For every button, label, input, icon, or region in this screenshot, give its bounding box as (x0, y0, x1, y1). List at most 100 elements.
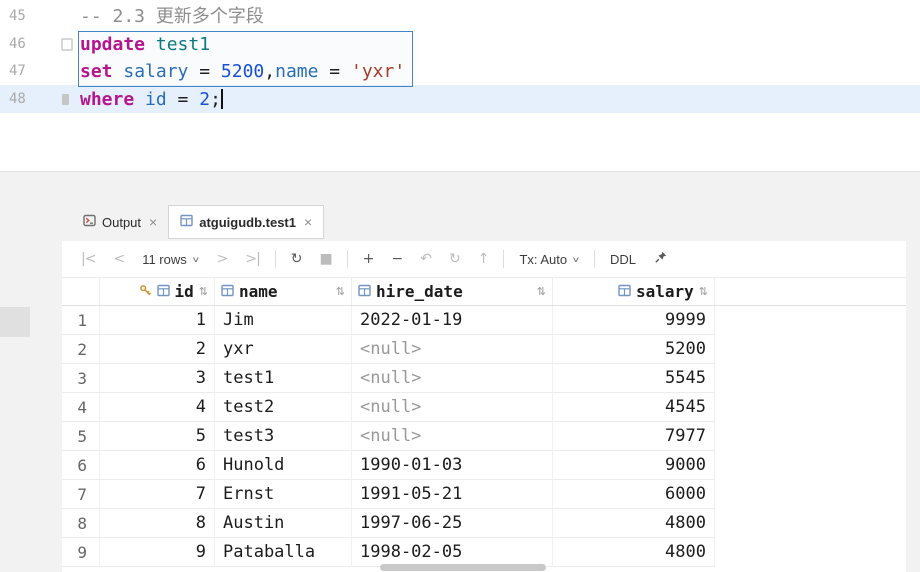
token-plain: , (264, 61, 276, 82)
token-string: 'yxr' (350, 61, 406, 82)
table-row[interactable]: 2 2 yxr <null> 5200 (62, 335, 920, 364)
cell-id[interactable]: 3 (100, 364, 215, 393)
cell-id[interactable]: 6 (100, 451, 215, 480)
tab-output[interactable]: Output × (72, 205, 168, 239)
cell-hire_date[interactable]: 1998-02-05 (352, 538, 553, 567)
cell-salary[interactable]: 5200 (553, 335, 715, 364)
table-row[interactable]: 3 3 test1 <null> 5545 (62, 364, 920, 393)
close-tab-icon[interactable]: × (149, 214, 157, 230)
cell-name[interactable]: test3 (215, 422, 352, 451)
column-header-id[interactable]: id ⇅ (100, 278, 215, 305)
cell-hire_date[interactable]: <null> (352, 364, 553, 393)
data-grid-panel: |< <11 rows ∨ > >| ↻ ■ + − ↶ ↻ ↑ Tx: Auto ∨ DDL id ⇅ nam… (62, 241, 920, 572)
tx-mode-dropdown[interactable]: Tx: Auto ∨ (510, 252, 588, 267)
cell-salary[interactable]: 4800 (553, 509, 715, 538)
reload-data-button[interactable]: ↻ (282, 251, 311, 267)
last-page-button[interactable]: >| (236, 251, 268, 267)
first-page-icon: |< (81, 251, 96, 267)
cell-name[interactable]: Jim (215, 306, 352, 335)
add-row-button[interactable]: + (354, 251, 383, 267)
editor-line[interactable]: 48 where id = 2; (0, 86, 920, 114)
column-header-salary[interactable]: salary ⇅ (553, 278, 715, 305)
cell-hire_date[interactable]: 1991-05-21 (352, 480, 553, 509)
cell-id[interactable]: 1 (100, 306, 215, 335)
revert-changes-button[interactable]: ↶ (411, 251, 440, 267)
cell-salary[interactable]: 4800 (553, 538, 715, 567)
editor-line[interactable]: 46 update test1 (0, 31, 920, 59)
row-number[interactable]: 9 (62, 538, 100, 567)
cell-salary[interactable]: 5545 (553, 364, 715, 393)
cell-name[interactable]: Pataballa (215, 538, 352, 567)
code-text: where id = 2; (79, 86, 920, 114)
cell-id[interactable]: 2 (100, 335, 215, 364)
first-page-button[interactable]: |< (72, 251, 104, 267)
previous-page-button[interactable]: < (104, 251, 133, 267)
editor-line[interactable]: 47 set salary = 5200,name = 'yxr' (0, 58, 920, 86)
cell-salary[interactable]: 9999 (553, 306, 715, 335)
column-name: id (174, 282, 194, 301)
row-number[interactable]: 1 (62, 306, 100, 335)
horizontal-scrollbar[interactable] (380, 564, 546, 571)
cell-name[interactable]: yxr (215, 335, 352, 364)
table-row[interactable]: 6 6 Hunold 1990-01-03 9000 (62, 451, 920, 480)
sql-editor[interactable]: 45 -- 2.3 更新多个字段 46 update test1 47 set salar… (0, 0, 920, 171)
chevron-down-icon: ∨ (571, 254, 581, 264)
sort-icon[interactable]: ⇅ (336, 285, 345, 298)
toolbar-separator (503, 250, 505, 268)
row-number[interactable]: 4 (62, 393, 100, 422)
table-row[interactable]: 8 8 Austin 1997-06-25 4800 (62, 509, 920, 538)
stop-button[interactable]: ■ (311, 251, 341, 267)
cell-id[interactable]: 8 (100, 509, 215, 538)
delete-row-button[interactable]: − (383, 251, 412, 267)
cell-hire_date[interactable]: 2022-01-19 (352, 306, 553, 335)
row-number[interactable]: 8 (62, 509, 100, 538)
token-plain: = (318, 61, 351, 82)
table-row[interactable]: 9 9 Pataballa 1998-02-05 4800 (62, 538, 920, 567)
cell-id[interactable]: 7 (100, 480, 215, 509)
table-row[interactable]: 1 1 Jim 2022-01-19 9999 (62, 306, 920, 335)
cell-name[interactable]: Ernst (215, 480, 352, 509)
cell-salary[interactable]: 6000 (553, 480, 715, 509)
row-number[interactable]: 7 (62, 480, 100, 509)
cell-hire_date[interactable]: <null> (352, 422, 553, 451)
token-comment: -- 2.3 更新多个字段 (80, 6, 264, 27)
cell-salary[interactable]: 4545 (553, 393, 715, 422)
cell-salary[interactable]: 9000 (553, 451, 715, 480)
table-tab-icon (180, 214, 193, 230)
cell-id[interactable]: 5 (100, 422, 215, 451)
pin-button[interactable] (645, 250, 677, 268)
cell-salary[interactable]: 7977 (553, 422, 715, 451)
column-header-hire_date[interactable]: hire_date ⇅ (352, 278, 553, 305)
next-page-button[interactable]: > (208, 251, 237, 267)
table-row[interactable]: 5 5 test3 <null> 7977 (62, 422, 920, 451)
editor-line[interactable]: 45 -- 2.3 更新多个字段 (0, 3, 920, 31)
cell-hire_date[interactable]: 1990-01-03 (352, 451, 553, 480)
cell-hire_date[interactable]: <null> (352, 393, 553, 422)
ddl-button[interactable]: DDL (601, 252, 645, 267)
cell-hire_date[interactable]: 1997-06-25 (352, 509, 553, 538)
cell-name[interactable]: Austin (215, 509, 352, 538)
cell-hire_date[interactable]: <null> (352, 335, 553, 364)
row-number[interactable]: 6 (62, 451, 100, 480)
refresh-rows-button[interactable]: ↻ (440, 251, 469, 267)
cell-name[interactable]: test1 (215, 364, 352, 393)
page-size-dropdown[interactable]: 11 rows ∨ (133, 252, 207, 267)
row-number[interactable]: 2 (62, 335, 100, 364)
cell-id[interactable]: 4 (100, 393, 215, 422)
sort-icon[interactable]: ⇅ (537, 285, 546, 298)
cell-id[interactable]: 9 (100, 538, 215, 567)
row-number[interactable]: 5 (62, 422, 100, 451)
cell-name[interactable]: Hunold (215, 451, 352, 480)
table-row[interactable]: 7 7 Ernst 1991-05-21 6000 (62, 480, 920, 509)
column-header-name[interactable]: name ⇅ (215, 278, 352, 305)
close-tab-icon[interactable]: × (304, 214, 312, 230)
cell-name[interactable]: test2 (215, 393, 352, 422)
submit-button[interactable]: ↑ (469, 251, 498, 267)
sort-icon[interactable]: ⇅ (699, 285, 708, 298)
tab-atguigudb-test1[interactable]: atguigudb.test1 × (168, 205, 325, 239)
token-plain: = (188, 61, 221, 82)
sort-icon[interactable]: ⇅ (199, 285, 208, 298)
revert-changes-icon: ↶ (420, 251, 432, 267)
table-row[interactable]: 4 4 test2 <null> 4545 (62, 393, 920, 422)
row-number[interactable]: 3 (62, 364, 100, 393)
